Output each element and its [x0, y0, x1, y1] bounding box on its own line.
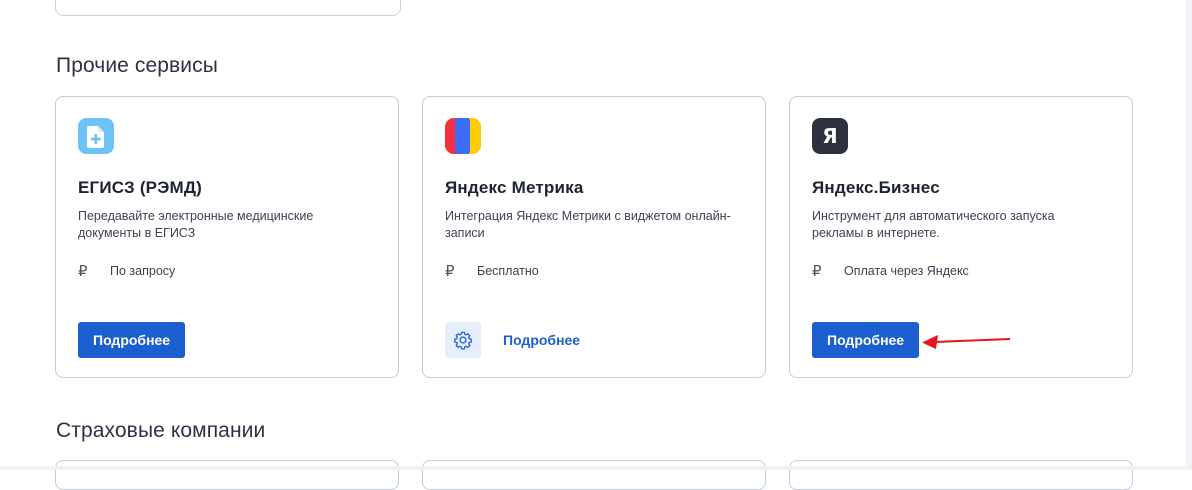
- settings-button[interactable]: [445, 322, 481, 358]
- details-link-yandex-metrika[interactable]: Подробнее: [503, 332, 580, 348]
- insurance-card: [789, 460, 1133, 490]
- card-description: Интеграция Яндекс Метрики с виджетом онл…: [445, 209, 731, 240]
- card-description: Инструмент для автоматического запуска р…: [812, 209, 1055, 240]
- price-label: По запросу: [110, 264, 176, 278]
- yandex-metrika-icon: [445, 118, 481, 154]
- card-title: Яндекс.Бизнес: [812, 178, 940, 197]
- card-title: ЕГИСЗ (РЭМД): [78, 178, 203, 197]
- annotation-arrow-icon: [922, 335, 1011, 349]
- service-card-egisz: ЕГИСЗ (РЭМД) Передавайте электронные мед…: [55, 96, 399, 378]
- insurance-card: [422, 460, 766, 490]
- section-title-insurance: Страховые компании: [56, 419, 266, 442]
- scrollbar-track[interactable]: [1186, 0, 1192, 470]
- price-row: ₽ Бесплатно: [445, 262, 539, 280]
- ruble-icon: ₽: [445, 263, 455, 280]
- card-title: Яндекс Метрика: [445, 178, 584, 197]
- section-title-other-services: Прочие сервисы: [56, 54, 218, 77]
- page-bottom-edge: [0, 466, 1192, 470]
- details-button-yandex-business[interactable]: Подробнее: [812, 322, 920, 358]
- gear-icon: [454, 331, 472, 350]
- card-description: Передавайте электронные медицинские доку…: [78, 209, 314, 240]
- price-row: ₽ Оплата через Яндекс: [812, 262, 969, 280]
- previous-card-bottom: [55, 0, 401, 16]
- document-plus-icon: [78, 118, 114, 154]
- ruble-icon: ₽: [78, 263, 88, 280]
- service-card-yandex-metrika: Яндекс Метрика Интеграция Яндекс Метрики…: [422, 96, 766, 378]
- insurance-card: [55, 460, 399, 490]
- price-label: Оплата через Яндекс: [844, 264, 969, 278]
- details-button-egisz[interactable]: Подробнее: [78, 322, 186, 358]
- price-label: Бесплатно: [477, 264, 539, 278]
- ruble-icon: ₽: [812, 263, 822, 280]
- price-row: ₽ По запросу: [78, 262, 175, 280]
- yandex-ya-letter: Я: [822, 124, 838, 148]
- yandex-ya-icon: Я: [812, 118, 848, 154]
